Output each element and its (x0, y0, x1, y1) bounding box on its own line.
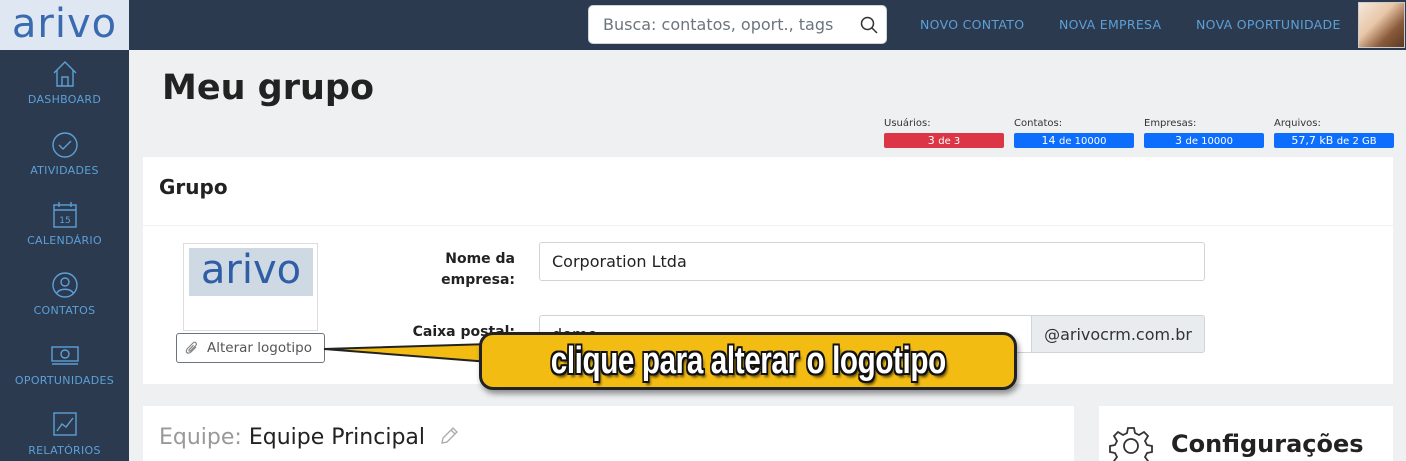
callout: clique para alterar o logotipo (479, 332, 1017, 390)
callout-pointer (323, 342, 491, 364)
callout-text: clique para alterar o logotipo (550, 339, 946, 382)
